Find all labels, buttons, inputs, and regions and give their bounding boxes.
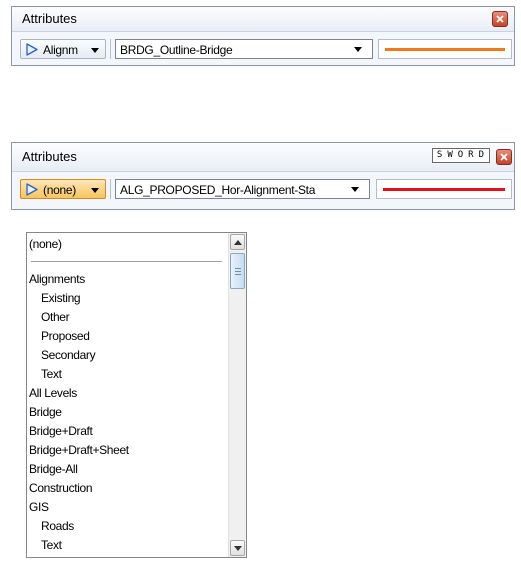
grip-icon bbox=[235, 274, 241, 275]
dropdown-item[interactable]: Bridge+Draft+Sheet bbox=[29, 441, 129, 459]
dropdown-item[interactable]: Construction bbox=[29, 479, 93, 497]
level-combo-value: ALG_PROPOSED_Hor-Alignment-Sta bbox=[120, 183, 316, 197]
line-style-swatch[interactable] bbox=[376, 179, 512, 199]
level-dropdown-list[interactable]: (none) Alignments Existing Other Proposed Sec… bbox=[26, 232, 247, 558]
attributes-toolbar: (none) ALG_PROPOSED_Hor-Alignment-Sta bbox=[16, 177, 512, 201]
panel-title: Attributes bbox=[22, 11, 77, 26]
dropdown-item[interactable]: Roads bbox=[41, 517, 74, 535]
vertical-scrollbar[interactable] bbox=[228, 233, 246, 557]
arrow-down-icon bbox=[234, 546, 242, 551]
scroll-down-button[interactable] bbox=[230, 540, 245, 556]
line-style-swatch[interactable] bbox=[378, 39, 512, 59]
attributes-panel-top: Attributes Alignm BRDG_Outline-Bridge bbox=[11, 6, 515, 66]
watermark-logo: SWORD bbox=[431, 148, 490, 163]
close-icon bbox=[496, 15, 504, 23]
grip-icon bbox=[235, 268, 241, 269]
level-combo-value: BRDG_Outline-Bridge bbox=[120, 43, 233, 57]
chevron-down-icon[interactable] bbox=[91, 188, 99, 193]
line-style-preview bbox=[385, 48, 505, 51]
arrow-up-icon bbox=[234, 240, 242, 245]
dropdown-items: (none) Alignments Existing Other Proposed Sec… bbox=[27, 233, 228, 557]
close-button[interactable] bbox=[496, 149, 512, 165]
panel-title-bar: Attributes SWORD bbox=[12, 143, 514, 172]
close-icon bbox=[500, 153, 508, 161]
level-split-button[interactable]: Alignm bbox=[20, 39, 106, 59]
level-button-label: Alignm bbox=[43, 43, 78, 57]
level-combo[interactable]: ALG_PROPOSED_Hor-Alignment-Sta bbox=[115, 179, 370, 199]
dropdown-divider bbox=[31, 261, 222, 262]
dropdown-item[interactable]: All Levels bbox=[29, 384, 77, 402]
scroll-up-button[interactable] bbox=[230, 234, 245, 250]
panel-title: Attributes bbox=[22, 149, 77, 164]
dropdown-item[interactable]: Existing bbox=[41, 289, 81, 307]
dropdown-item[interactable]: Text bbox=[41, 365, 62, 383]
scroll-thumb[interactable] bbox=[230, 253, 245, 289]
level-triangle-icon bbox=[26, 183, 38, 196]
dropdown-item[interactable]: Alignments bbox=[29, 270, 85, 288]
dropdown-item[interactable]: Other bbox=[41, 308, 70, 326]
dropdown-item[interactable]: Secondary bbox=[41, 346, 96, 364]
attributes-panel-bottom: Attributes SWORD (none) ALG_PROPOSED_Hor… bbox=[11, 142, 515, 210]
chevron-down-icon[interactable] bbox=[354, 47, 362, 52]
dropdown-item[interactable]: Hydraulics bbox=[29, 555, 82, 557]
chevron-down-icon[interactable] bbox=[351, 187, 359, 192]
dropdown-item[interactable]: Text bbox=[41, 536, 62, 554]
toolbar-separator bbox=[110, 39, 111, 59]
grip-icon bbox=[235, 271, 241, 272]
dropdown-item[interactable]: (none) bbox=[29, 235, 62, 253]
level-combo[interactable]: BRDG_Outline-Bridge bbox=[115, 39, 373, 59]
dropdown-item[interactable]: Bridge+Draft bbox=[29, 422, 93, 440]
attributes-toolbar: Alignm BRDG_Outline-Bridge bbox=[16, 37, 512, 61]
line-style-preview bbox=[383, 188, 505, 191]
dropdown-item[interactable]: Proposed bbox=[41, 327, 90, 345]
level-triangle-icon bbox=[26, 43, 38, 56]
level-button-label: (none) bbox=[43, 183, 76, 197]
dropdown-item[interactable]: Bridge bbox=[29, 403, 62, 421]
dropdown-item[interactable]: GIS bbox=[29, 498, 49, 516]
level-split-button[interactable]: (none) bbox=[20, 179, 106, 199]
panel-title-bar: Attributes bbox=[12, 7, 514, 32]
toolbar-separator bbox=[110, 179, 111, 199]
close-button[interactable] bbox=[492, 11, 508, 27]
chevron-down-icon[interactable] bbox=[91, 48, 99, 53]
dropdown-item[interactable]: Bridge-All bbox=[29, 460, 78, 478]
